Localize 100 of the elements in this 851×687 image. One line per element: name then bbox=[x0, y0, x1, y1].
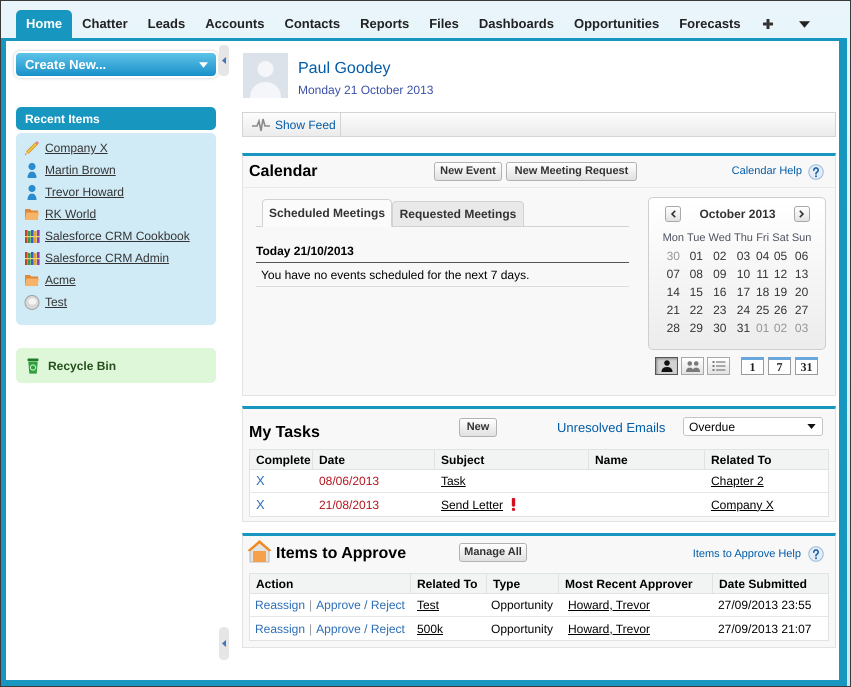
calendar-range-button[interactable]: 31 bbox=[795, 357, 818, 375]
nav-tab[interactable]: Files bbox=[419, 10, 469, 38]
table-cell-text: 27/09/2013 23:55 bbox=[717, 597, 812, 614]
subject-link[interactable]: Task bbox=[441, 472, 466, 490]
next-month-button[interactable] bbox=[794, 206, 810, 222]
calendar-day[interactable]: 15 bbox=[687, 283, 706, 301]
calendar-day[interactable]: 08 bbox=[687, 265, 706, 283]
filter-select[interactable]: Overdue bbox=[683, 417, 823, 436]
column-header: Action bbox=[250, 574, 411, 593]
pulse-icon bbox=[252, 118, 270, 132]
calendar-range-button[interactable]: 7 bbox=[768, 357, 791, 375]
complete-link[interactable]: X bbox=[256, 494, 265, 514]
complete-link[interactable]: X bbox=[256, 471, 265, 491]
calendar-day[interactable]: 04 bbox=[756, 247, 770, 265]
coin-icon bbox=[24, 294, 40, 310]
calendar-day[interactable]: 05 bbox=[772, 247, 789, 265]
related-to-link[interactable]: Chapter 2 bbox=[711, 472, 764, 490]
table-cell-text: 27/09/2013 21:07 bbox=[717, 620, 812, 638]
approver-link[interactable]: Howard, Trevor bbox=[568, 596, 650, 614]
column-header: Date bbox=[313, 450, 435, 469]
calendar-day[interactable]: 19 bbox=[772, 283, 789, 301]
sidebar-toggle[interactable] bbox=[219, 45, 229, 76]
nav-tab[interactable]: Dashboards bbox=[468, 10, 564, 38]
panel-title: My Tasks bbox=[249, 423, 321, 442]
caret-left-icon bbox=[222, 57, 226, 64]
weekday-label: Mon bbox=[662, 230, 684, 246]
calendar-day[interactable]: 28 bbox=[662, 319, 684, 337]
calendar-day[interactable]: 22 bbox=[687, 301, 706, 319]
action-link[interactable]: Approve / Reject bbox=[316, 620, 405, 638]
calendar-day[interactable]: 14 bbox=[662, 283, 684, 301]
calendar-day[interactable]: 20 bbox=[792, 283, 812, 301]
calendar-day[interactable]: 01 bbox=[687, 247, 706, 265]
caret-left-icon bbox=[222, 640, 226, 647]
calendar-day[interactable]: 07 bbox=[662, 265, 684, 283]
recent-item-link[interactable]: Company X bbox=[45, 139, 108, 157]
calendar-day[interactable]: 23 bbox=[708, 301, 731, 319]
new-task-button[interactable]: New bbox=[459, 418, 497, 437]
nav-tab[interactable]: Contacts bbox=[274, 10, 350, 38]
calendar-day[interactable]: 30 bbox=[708, 319, 731, 337]
day-heading: Today 21/10/2013 bbox=[256, 239, 629, 263]
weekday-label: Tue bbox=[687, 230, 706, 246]
calendar-day[interactable]: 11 bbox=[756, 265, 770, 283]
calendar-day[interactable]: 27 bbox=[792, 301, 812, 319]
calendar-day[interactable]: 17 bbox=[734, 283, 753, 301]
action-link[interactable]: Approve / Reject bbox=[316, 596, 405, 614]
calendar-day[interactable]: 16 bbox=[708, 283, 731, 301]
subject-link[interactable]: Send Letter bbox=[441, 496, 504, 514]
show-feed-button[interactable]: Show Feed bbox=[243, 113, 341, 136]
calendar-day[interactable]: 09 bbox=[708, 265, 731, 283]
calendar-day[interactable]: 25 bbox=[756, 301, 770, 319]
calendar-day[interactable]: 29 bbox=[687, 319, 706, 337]
manage-all-button[interactable]: Manage All bbox=[459, 543, 527, 562]
related-to-link[interactable]: Test bbox=[417, 596, 440, 614]
calendar-tab[interactable]: Requested Meetings bbox=[392, 201, 524, 226]
calendar-day[interactable]: 21 bbox=[662, 301, 684, 319]
calendar-day[interactable]: 06 bbox=[792, 247, 812, 265]
calendar-day[interactable]: 24 bbox=[734, 301, 753, 319]
calendar-tab[interactable]: Scheduled Meetings bbox=[262, 199, 392, 227]
books-icon bbox=[24, 250, 40, 266]
related-to-link[interactable]: Company X bbox=[711, 496, 774, 514]
recent-item-link[interactable]: Trevor Howard bbox=[45, 183, 124, 201]
unresolved-emails-link[interactable]: Unresolved Emails bbox=[557, 420, 666, 436]
nav-tab[interactable]: Chatter bbox=[72, 10, 138, 38]
calendar-day[interactable]: 13 bbox=[792, 265, 812, 283]
recent-item-link[interactable]: Test bbox=[45, 293, 68, 311]
calendar-day[interactable]: 31 bbox=[734, 319, 753, 337]
caret-down-icon bbox=[807, 424, 816, 429]
action-link[interactable]: Reassign bbox=[255, 620, 306, 638]
help-link[interactable]: Calendar Help bbox=[732, 163, 802, 180]
view-button[interactable] bbox=[655, 357, 678, 375]
approver-link[interactable]: Howard, Trevor bbox=[568, 620, 650, 638]
calendar-range-button[interactable]: 1 bbox=[741, 357, 764, 375]
recent-item-link[interactable]: RK World bbox=[45, 205, 96, 223]
calendar-day[interactable]: 03 bbox=[734, 247, 753, 265]
nav-tab[interactable]: Reports bbox=[350, 10, 420, 38]
toolbar-button[interactable]: New Meeting Request bbox=[506, 162, 637, 181]
nav-tab[interactable]: Opportunities bbox=[564, 10, 670, 38]
weekday-label: Thu bbox=[734, 230, 753, 246]
sidebar-toggle[interactable] bbox=[219, 627, 229, 660]
calendar-day[interactable]: 02 bbox=[708, 247, 731, 265]
calendar-day[interactable]: 10 bbox=[734, 265, 753, 283]
caret-down-icon bbox=[199, 62, 208, 68]
recent-item-link[interactable]: Salesforce CRM Admin bbox=[45, 249, 170, 267]
action-link[interactable]: Reassign bbox=[255, 596, 306, 614]
recycle-bin-link[interactable]: Recycle Bin bbox=[16, 348, 216, 383]
help-link[interactable]: Items to Approve Help bbox=[692, 547, 801, 561]
nav-tab[interactable]: Accounts bbox=[195, 10, 274, 38]
recent-item-link[interactable]: Acme bbox=[45, 271, 76, 289]
nav-tab[interactable]: Leads bbox=[138, 10, 196, 38]
calendar-day[interactable]: 26 bbox=[772, 301, 789, 319]
recent-item-link[interactable]: Martin Brown bbox=[45, 161, 116, 179]
related-to-link[interactable]: 500k bbox=[417, 620, 444, 638]
nav-tab[interactable]: Forecasts bbox=[669, 10, 751, 38]
calendar-day[interactable]: 18 bbox=[756, 283, 770, 301]
caret-down-icon bbox=[798, 20, 810, 28]
chevron-left-icon bbox=[670, 210, 676, 218]
recent-item-link[interactable]: Salesforce CRM Cookbook bbox=[45, 227, 190, 245]
previous-month-button[interactable] bbox=[665, 206, 681, 222]
toolbar-button[interactable]: New Event bbox=[434, 162, 502, 181]
calendar-day[interactable]: 12 bbox=[772, 265, 789, 283]
